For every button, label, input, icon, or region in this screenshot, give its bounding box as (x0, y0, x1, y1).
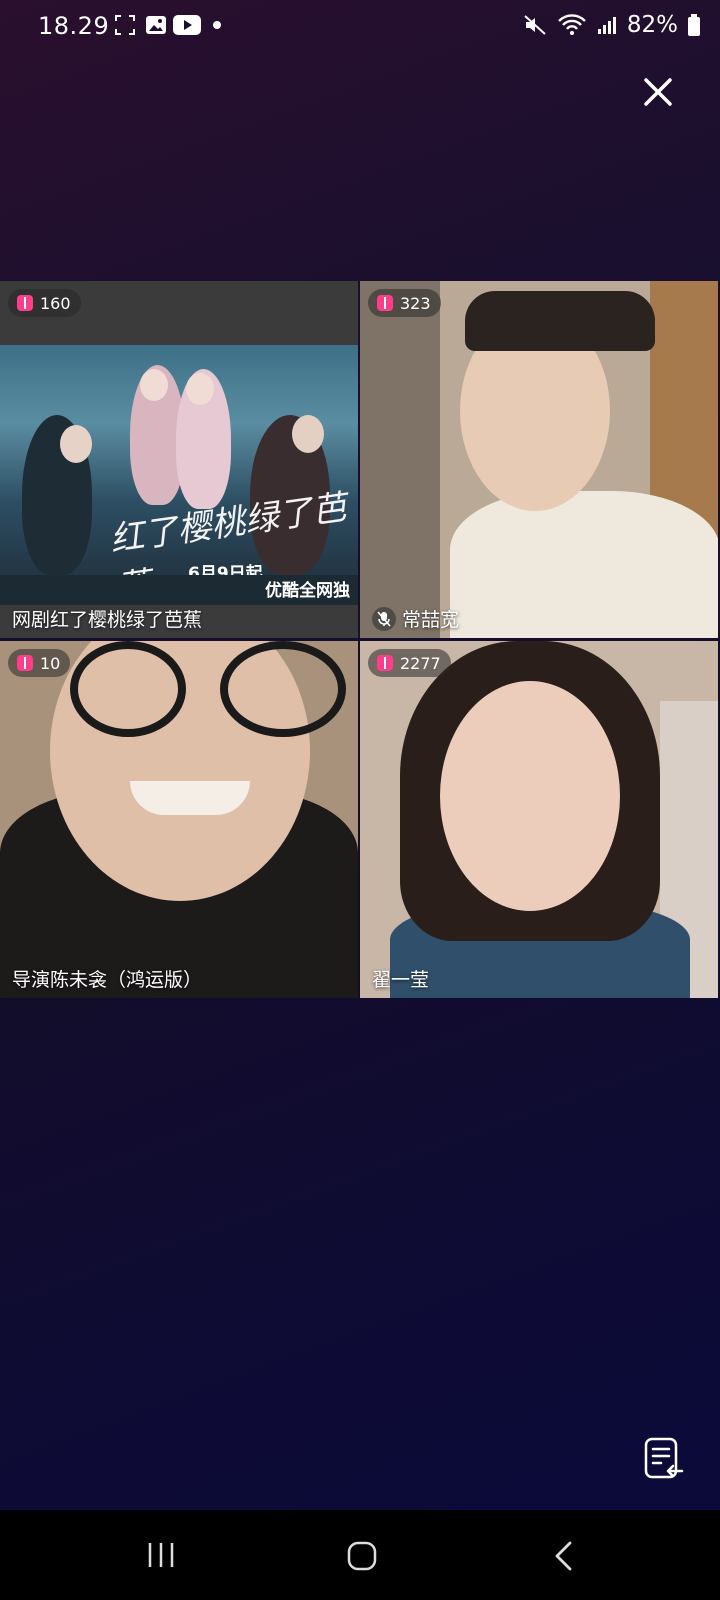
guest-tile[interactable]: 10 导演陈未衾（鸿运版） (0, 641, 358, 998)
gift-count-badge: 323 (368, 289, 441, 317)
screenshot-frame-icon (115, 15, 135, 35)
gift-count: 10 (40, 653, 61, 673)
gallery-icon (146, 16, 166, 34)
status-bar: 18.29 82% (0, 0, 720, 54)
gift-count: 2277 (400, 653, 441, 673)
gift-count-badge: 2277 (368, 649, 451, 677)
exit-list-icon[interactable] (644, 1437, 684, 1481)
guest-name: 常喆宽 (402, 609, 460, 631)
gift-icon (377, 295, 393, 311)
gift-count: 323 (400, 293, 431, 313)
gift-count-badge: 10 (8, 649, 71, 677)
drama-poster-image: 红了樱桃绿了芭蕉 6月9日起 优酷全网独 (0, 345, 358, 609)
system-nav-bar (0, 1510, 720, 1600)
gift-count-badge: 160 (8, 289, 81, 317)
guest-name: 网剧红了樱桃绿了芭蕉 (12, 609, 203, 631)
youtube-icon (173, 15, 201, 35)
poster-platform: 优酷全网独 (265, 581, 350, 601)
guest-tile[interactable]: 323 常喆宽 (360, 281, 718, 638)
battery-percent: 82% (626, 12, 678, 38)
status-time: 18.29 (38, 12, 110, 40)
mic-muted-icon (372, 606, 396, 631)
poster-footer: 优酷全网独 (0, 575, 358, 605)
gift-icon (17, 295, 33, 311)
gift-count: 160 (40, 293, 71, 313)
battery-icon (688, 14, 700, 36)
wifi-icon (558, 14, 586, 35)
gift-icon (17, 655, 33, 671)
back-icon[interactable] (552, 1540, 576, 1572)
guest-name: 导演陈未衾（鸿运版） (12, 969, 203, 991)
guest-tile[interactable]: 160 红了樱桃绿了芭蕉 6月9日起 优酷全网独 网剧红了樱桃绿了芭蕉 (0, 281, 358, 638)
recent-apps-icon[interactable] (146, 1540, 176, 1570)
close-icon[interactable] (640, 74, 676, 110)
home-icon[interactable] (346, 1540, 378, 1572)
gift-icon (377, 655, 393, 671)
signal-icon (597, 17, 616, 34)
guest-tile[interactable]: 2277 翟一莹 (360, 641, 718, 998)
guest-name: 翟一莹 (372, 969, 430, 991)
guest-name-row: 常喆宽 (372, 605, 459, 632)
notification-dot-icon (213, 21, 221, 29)
mute-icon (524, 15, 546, 35)
live-guest-grid: 160 红了樱桃绿了芭蕉 6月9日起 优酷全网独 网剧红了樱桃绿了芭蕉 323 … (0, 281, 720, 999)
